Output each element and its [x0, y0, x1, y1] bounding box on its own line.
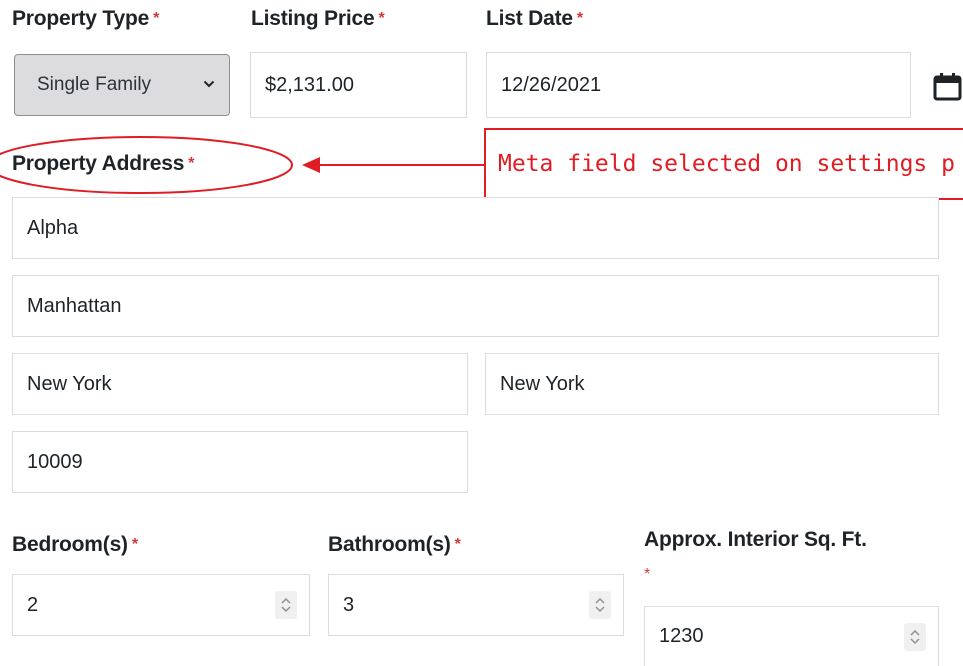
- spinner-arrows-icon[interactable]: [275, 591, 297, 619]
- sqft-value: 1230: [659, 625, 704, 647]
- annotation-arrowhead: [302, 157, 320, 173]
- bathrooms-input[interactable]: 3: [328, 574, 624, 636]
- annotation-circle: [0, 136, 293, 194]
- zip-input[interactable]: 10009: [12, 431, 468, 493]
- spinner-arrows-icon[interactable]: [904, 622, 926, 651]
- address-line2-input[interactable]: Manhattan: [12, 275, 939, 337]
- annotation-note: Meta field selected on settings p: [484, 128, 963, 200]
- annotation-callout: [0, 136, 485, 194]
- address-line2-value: Manhattan: [27, 294, 122, 317]
- state-value: New York: [500, 372, 585, 395]
- calendar-icon[interactable]: [932, 72, 963, 102]
- property-type-value: Single Family: [37, 74, 152, 95]
- address-line1-input[interactable]: Alpha: [12, 197, 939, 259]
- spinner-arrows-icon[interactable]: [589, 591, 611, 619]
- required-marker: *: [378, 10, 385, 27]
- city-input[interactable]: New York: [12, 353, 468, 415]
- required-marker: *: [454, 536, 461, 553]
- required-marker: *: [153, 10, 160, 27]
- zip-value: 10009: [27, 450, 83, 473]
- list-date-label: List Date *: [486, 7, 583, 30]
- required-marker: *: [644, 566, 651, 583]
- sqft-input[interactable]: 1230: [644, 606, 939, 666]
- required-marker: *: [131, 536, 138, 553]
- chevron-down-icon: [203, 80, 215, 88]
- listing-price-input[interactable]: $2,131.00: [250, 52, 467, 118]
- address-line1-value: Alpha: [27, 216, 79, 239]
- list-date-value: 12/26/2021: [501, 73, 602, 96]
- property-type-label: Property Type *: [12, 7, 160, 30]
- listing-price-value: $2,131.00: [265, 73, 354, 96]
- list-date-input[interactable]: 12/26/2021: [486, 52, 911, 118]
- property-type-select[interactable]: Single Family: [14, 54, 230, 116]
- listing-price-label: Listing Price *: [251, 7, 385, 30]
- city-value: New York: [27, 372, 112, 395]
- annotation-text: Meta field selected on settings p: [498, 151, 955, 177]
- bedrooms-input[interactable]: 2: [12, 574, 310, 636]
- bedrooms-value: 2: [27, 593, 39, 616]
- bathrooms-value: 3: [343, 593, 355, 616]
- sqft-label: Approx. Interior Sq. Ft.: [644, 528, 867, 551]
- required-marker: *: [576, 10, 583, 27]
- state-input[interactable]: New York: [485, 353, 939, 415]
- bedrooms-label: Bedroom(s) *: [12, 533, 138, 556]
- bathrooms-label: Bathroom(s) *: [328, 533, 461, 556]
